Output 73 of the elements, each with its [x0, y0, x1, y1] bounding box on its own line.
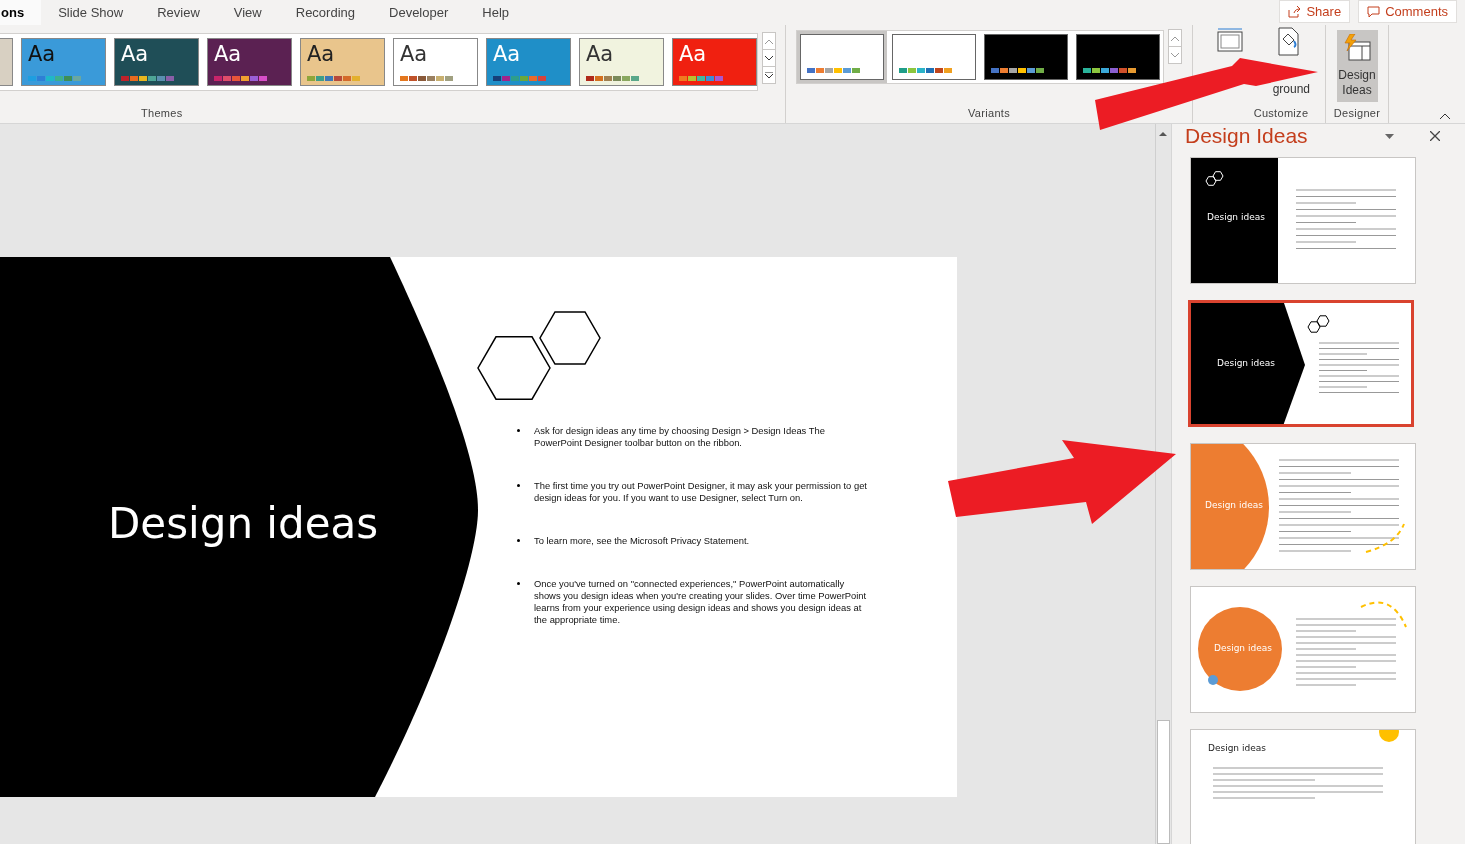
idea-title: Design ideas: [1207, 212, 1265, 222]
theme-sample-text: Aa: [493, 41, 522, 67]
dashed-arc-drawing: [1360, 601, 1407, 628]
bullet-text: The first time you try out PowerPoint Designer, it may ask your permission to get design ideas for you. If you want to use Designer, select Turn on.: [534, 480, 867, 504]
dashed-arc-drawing: [1365, 523, 1405, 553]
dot-shape: [1208, 675, 1218, 685]
collapse-ribbon-icon[interactable]: [1440, 113, 1450, 119]
dropdown-caret-icon[interactable]: [1385, 133, 1394, 139]
hexagon-icon: [1205, 171, 1224, 186]
ribbon-tab[interactable]: Review: [140, 0, 217, 25]
scroll-down-button[interactable]: [762, 49, 776, 67]
slide-size-icon: [1215, 27, 1245, 55]
bullet-icon: [517, 429, 520, 432]
theme-sample-text: Aa: [121, 41, 150, 67]
ribbon-tab[interactable]: View: [216, 0, 279, 25]
theme-thumbnail[interactable]: Aa: [393, 38, 478, 86]
ribbon-tab[interactable]: ons: [0, 0, 42, 25]
caret-up-icon: [765, 38, 773, 44]
slide-title: Design ideas: [108, 499, 379, 548]
pane-title: Design Ideas: [1185, 124, 1309, 148]
idea-title: Design ideas: [1205, 500, 1263, 510]
bullet-text: Once you've turned on "connected experiences," PowerPoint automatically shows you design ideas when you're creating your slides. Over time PowerPoint learns from your experience using design ideas and shows you design ideas at the appropriate time.: [534, 578, 867, 626]
format-background-button[interactable]: [1275, 27, 1301, 57]
hexagon-icon: [1307, 315, 1330, 333]
ribbon-tab[interactable]: Slide Show: [41, 0, 141, 25]
theme-sample-text: Aa: [307, 41, 336, 67]
design-idea-thumbnail[interactable]: Design ideas: [1190, 157, 1416, 284]
share-icon: [1288, 5, 1302, 18]
comments-button[interactable]: Comments: [1358, 0, 1457, 23]
idea-title: Design ideas: [1208, 743, 1266, 753]
caret-up-icon: [1171, 35, 1179, 41]
caret-down-icon: [765, 71, 773, 79]
bullet-icon: [517, 484, 520, 487]
more-button[interactable]: [762, 66, 776, 84]
theme-sample-text: Aa: [28, 41, 57, 67]
slide-size-button[interactable]: [1215, 27, 1245, 55]
close-icon[interactable]: [1430, 131, 1440, 141]
bullet-icon: [517, 539, 520, 542]
theme-thumbnail[interactable]: Aa: [579, 38, 664, 86]
scrollbar-thumb[interactable]: [1157, 720, 1170, 844]
theme-thumbnail[interactable]: Aa: [672, 38, 757, 86]
bullet-text: Ask for design ideas any time by choosing Design > Design Ideas The PowerPoint Designer toolbar button on the ribbon.: [534, 425, 826, 449]
theme-sample-text: Aa: [586, 41, 615, 67]
idea-title: Design ideas: [1217, 358, 1275, 368]
group-label: Variants: [968, 107, 1010, 121]
design-ideas-button[interactable]: Design Ideas: [1336, 30, 1378, 102]
theme-sample-text: Aa: [679, 41, 708, 67]
comment-icon: [1367, 5, 1381, 18]
theme-thumbnail[interactable]: Aa: [486, 38, 571, 86]
caret-down-icon: [765, 55, 773, 61]
button-label: ground: [1272, 83, 1310, 96]
idea-title: Design ideas: [1214, 643, 1272, 653]
share-button[interactable]: Share: [1279, 0, 1351, 23]
theme-thumbnail[interactable]: Aa: [114, 38, 199, 86]
bullet-text: To learn more, see the Microsoft Privacy Statement.: [534, 535, 750, 547]
ribbon-tab[interactable]: Help: [465, 0, 527, 25]
ribbon-tab[interactable]: Developer: [372, 0, 466, 25]
group-label: Designer: [1333, 107, 1381, 121]
format-background-icon: [1275, 27, 1301, 57]
caret-down-icon: [1171, 52, 1179, 58]
theme-thumbnail[interactable]: Aa: [300, 38, 385, 86]
theme-sample-text: Aa: [400, 41, 429, 67]
lightning-window-icon: [1342, 34, 1372, 64]
theme-sample-text: Aa: [214, 41, 243, 67]
group-label: Themes: [141, 107, 183, 121]
ribbon-tab[interactable]: Recording: [278, 0, 372, 25]
design-idea-thumbnail[interactable]: Design ideas: [1190, 729, 1416, 844]
theme-thumbnail[interactable]: Aa: [207, 38, 292, 86]
group-label: Customize: [1253, 107, 1309, 121]
theme-thumbnail[interactable]: Aa: [21, 38, 106, 86]
design-idea-thumbnail[interactable]: Design ideas: [1188, 300, 1414, 427]
bullet-icon: [517, 582, 520, 585]
scroll-up-button[interactable]: [1168, 29, 1182, 47]
